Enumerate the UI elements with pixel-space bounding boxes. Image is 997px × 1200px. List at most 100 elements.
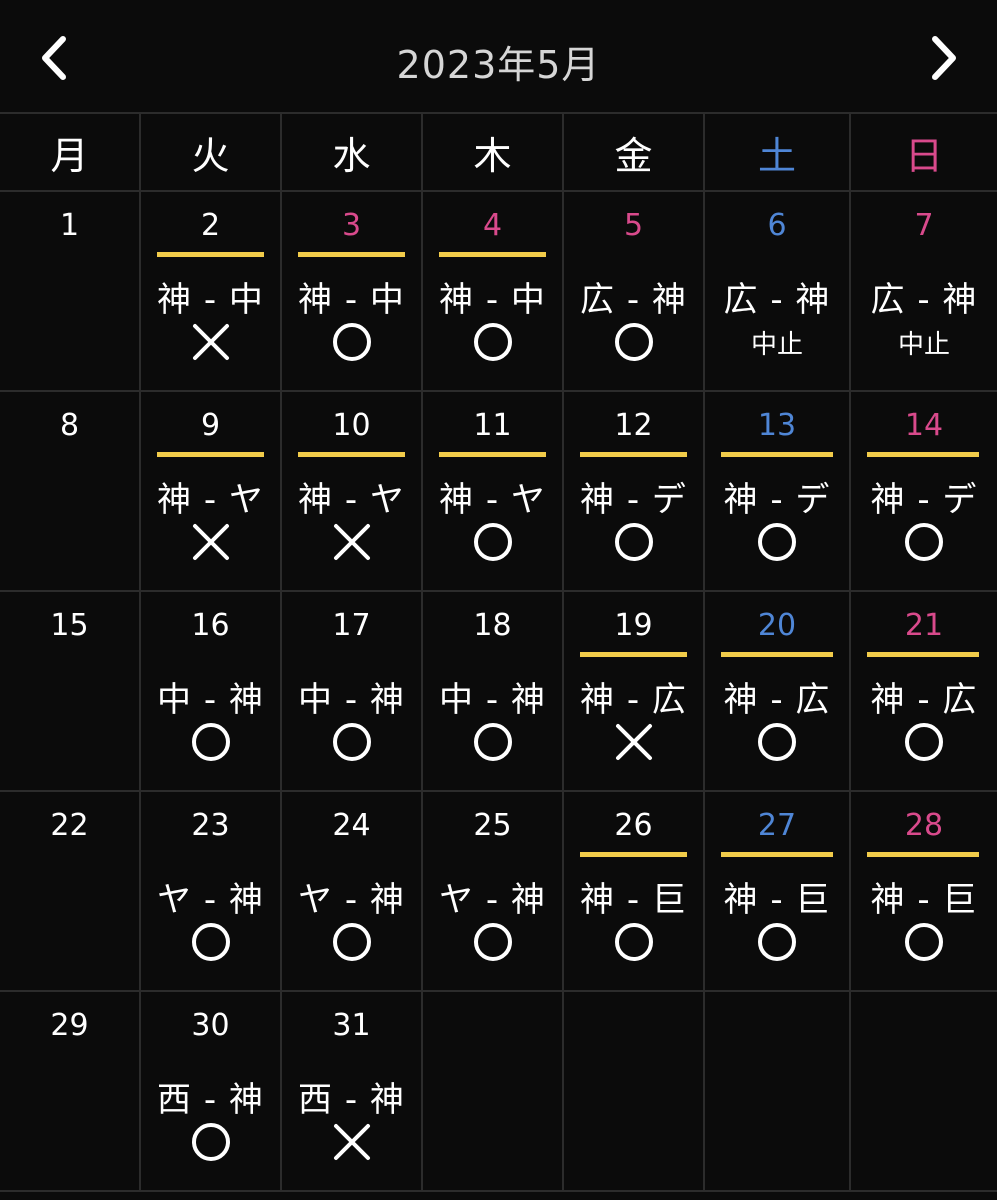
home-game-bar	[298, 252, 405, 257]
home-game-bar	[157, 252, 264, 257]
day-cell[interactable]: 2 神 - 中	[141, 192, 282, 392]
matchup-label: 神 - 巨	[723, 880, 831, 920]
matchup-label: 神 - 広	[580, 680, 687, 720]
day-cell[interactable]: 8	[0, 392, 141, 592]
empty-day-cell	[423, 992, 564, 1192]
weekday-header-row: 月火水木金土日	[0, 114, 997, 192]
matchup-label: 神 - 中	[157, 280, 264, 320]
day-number: 29	[50, 1008, 89, 1043]
day-cell[interactable]: 24 ヤ - 神	[282, 792, 423, 992]
weekday-label: 水	[282, 114, 423, 192]
day-number: 12	[614, 408, 653, 443]
matchup-label: 神 - 巨	[580, 880, 687, 920]
loss-cross-icon	[282, 522, 421, 562]
day-number: 28	[904, 808, 944, 843]
win-circle-icon	[282, 922, 421, 962]
weekday-label: 火	[141, 114, 282, 192]
day-number: 31	[332, 1008, 371, 1043]
matchup-label: 神 - ヤ	[157, 480, 264, 520]
empty-day-cell	[851, 992, 997, 1192]
win-circle-icon	[423, 522, 562, 562]
empty-day-cell	[705, 992, 851, 1192]
day-cell[interactable]: 17 中 - 神	[282, 592, 423, 792]
day-cell[interactable]: 9 神 - ヤ	[141, 392, 282, 592]
weekday-label: 金	[564, 114, 705, 192]
day-cell[interactable]: 6 広 - 神中止	[705, 192, 851, 392]
home-game-bar	[157, 452, 264, 457]
day-cell[interactable]: 5 広 - 神	[564, 192, 705, 392]
win-circle-icon	[564, 922, 703, 962]
day-cell[interactable]: 15	[0, 592, 141, 792]
day-cell[interactable]: 3 神 - 中	[282, 192, 423, 392]
home-game-bar	[721, 852, 833, 857]
chevron-right-icon[interactable]	[916, 30, 972, 86]
day-number: 11	[473, 408, 512, 443]
loss-cross-icon	[141, 522, 280, 562]
day-cell[interactable]: 16 中 - 神	[141, 592, 282, 792]
day-cell[interactable]: 21 神 - 広	[851, 592, 997, 792]
day-cell[interactable]: 10 神 - ヤ	[282, 392, 423, 592]
day-number: 18	[473, 608, 512, 643]
cancelled-label: 中止	[705, 322, 849, 362]
matchup-label: 西 - 神	[298, 1080, 405, 1120]
matchup-label: 神 - デ	[580, 480, 687, 520]
day-number: 30	[191, 1008, 230, 1043]
day-cell[interactable]: 25 ヤ - 神	[423, 792, 564, 992]
day-cell[interactable]: 12 神 - デ	[564, 392, 705, 592]
matchup-label: 神 - 巨	[870, 880, 978, 920]
calendar-week-row: 29 30 西 - 神 31 西 - 神	[0, 992, 997, 1192]
day-cell[interactable]: 31 西 - 神	[282, 992, 423, 1192]
win-circle-icon	[564, 522, 703, 562]
day-cell[interactable]: 4 神 - 中	[423, 192, 564, 392]
day-number: 4	[482, 208, 503, 243]
day-cell[interactable]: 7 広 - 神中止	[851, 192, 997, 392]
day-cell[interactable]: 13 神 - デ	[705, 392, 851, 592]
day-number: 27	[757, 808, 797, 843]
weekday-label: 月	[0, 114, 141, 192]
matchup-label: 神 - 広	[870, 680, 978, 720]
win-circle-icon	[141, 722, 280, 762]
day-number: 1	[59, 208, 80, 243]
calendar-header: 2023年5月	[0, 0, 997, 114]
day-cell[interactable]: 30 西 - 神	[141, 992, 282, 1192]
day-number: 22	[50, 808, 89, 843]
home-game-bar	[580, 652, 687, 657]
calendar-week-row: 22 23 ヤ - 神 24 ヤ - 神 25 ヤ - 神 26 神 - 巨 27 神 - 巨 28 神…	[0, 792, 997, 992]
day-cell[interactable]: 28 神 - 巨	[851, 792, 997, 992]
day-cell[interactable]: 19 神 - 広	[564, 592, 705, 792]
day-cell[interactable]: 27 神 - 巨	[705, 792, 851, 992]
day-cell[interactable]: 18 中 - 神	[423, 592, 564, 792]
loss-cross-icon	[564, 722, 703, 762]
matchup-label: 神 - ヤ	[439, 480, 546, 520]
day-cell[interactable]: 26 神 - 巨	[564, 792, 705, 992]
day-number: 9	[200, 408, 221, 443]
day-cell[interactable]: 29	[0, 992, 141, 1192]
matchup-label: 広 - 神	[580, 280, 687, 320]
day-number: 5	[623, 208, 644, 243]
win-circle-icon	[423, 322, 562, 362]
home-game-bar	[439, 252, 546, 257]
day-number: 24	[332, 808, 371, 843]
matchup-label: 神 - 広	[723, 680, 831, 720]
win-circle-icon	[705, 922, 849, 962]
weekday-label: 木	[423, 114, 564, 192]
day-cell[interactable]: 14 神 - デ	[851, 392, 997, 592]
day-number: 3	[341, 208, 362, 243]
matchup-label: ヤ - 神	[439, 880, 546, 920]
day-number: 23	[191, 808, 230, 843]
win-circle-icon	[423, 722, 562, 762]
day-cell[interactable]: 20 神 - 広	[705, 592, 851, 792]
day-cell[interactable]: 1	[0, 192, 141, 392]
day-number: 25	[473, 808, 512, 843]
day-number: 2	[200, 208, 221, 243]
day-cell[interactable]: 23 ヤ - 神	[141, 792, 282, 992]
win-circle-icon	[282, 722, 421, 762]
home-game-bar	[867, 452, 979, 457]
day-cell[interactable]: 11 神 - ヤ	[423, 392, 564, 592]
home-game-bar	[721, 452, 833, 457]
win-circle-icon	[141, 922, 280, 962]
day-cell[interactable]: 22	[0, 792, 141, 992]
cancelled-label: 中止	[851, 322, 997, 362]
day-number: 20	[757, 608, 797, 643]
day-number: 13	[757, 408, 797, 443]
